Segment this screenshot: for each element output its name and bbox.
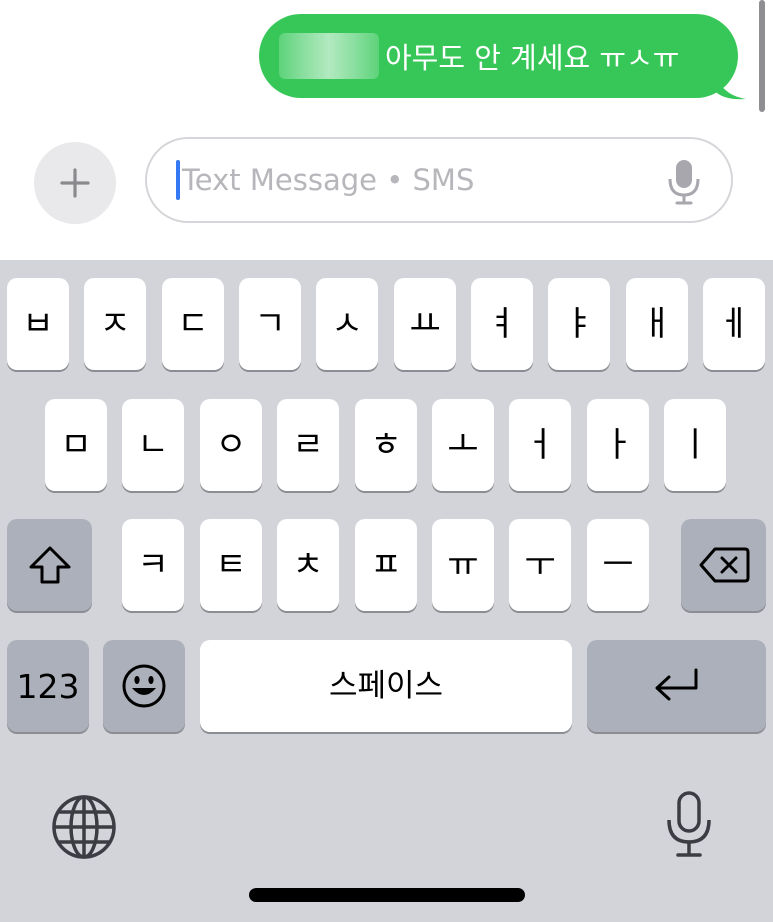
scrollbar[interactable] [759, 0, 765, 112]
keyboard: ㅂ ㅈ ㄷ ㄱ ㅅ ㅛ ㅕ ㅑ ㅐ ㅔ ㅁ ㄴ ㅇ ㄹ ㅎ ㅗ ㅓ ㅏ ㅣ ㅋ … [0, 260, 773, 922]
key-ng[interactable]: ㅇ [200, 399, 262, 491]
message-input-placeholder: Text Message • SMS [182, 163, 475, 197]
sent-message-bubble[interactable]: 아무도 안 계세요 ㅠㅅㅠ [259, 14, 738, 98]
key-a[interactable]: ㅏ [587, 399, 649, 491]
key-h[interactable]: ㅎ [355, 399, 417, 491]
key-j[interactable]: ㅈ [84, 278, 146, 370]
space-key[interactable]: 스페이스 [200, 640, 572, 732]
delete-icon [699, 547, 749, 583]
key-eu[interactable]: ㅡ [587, 519, 649, 611]
key-yeo[interactable]: ㅕ [471, 278, 533, 370]
microphone-icon[interactable] [664, 157, 704, 207]
message-input[interactable]: Text Message • SMS [145, 137, 733, 223]
bubble-tail [716, 72, 746, 100]
key-b[interactable]: ㅂ [7, 278, 69, 370]
message-area: 아무도 안 계세요 ㅠㅅㅠ Text Message • SMS [0, 0, 773, 260]
text-cursor [176, 160, 180, 200]
key-p[interactable]: ㅍ [355, 519, 417, 611]
key-r[interactable]: ㄹ [277, 399, 339, 491]
key-g[interactable]: ㄱ [239, 278, 301, 370]
return-key[interactable] [587, 640, 766, 732]
key-ch[interactable]: ㅊ [277, 519, 339, 611]
shift-key[interactable] [7, 519, 92, 611]
shift-icon [29, 546, 70, 584]
key-m[interactable]: ㅁ [45, 399, 107, 491]
key-t[interactable]: ㅌ [200, 519, 262, 611]
key-i[interactable]: ㅣ [664, 399, 726, 491]
key-ae[interactable]: ㅐ [626, 278, 688, 370]
dictation-button[interactable] [664, 790, 714, 860]
key-k[interactable]: ㅋ [122, 519, 184, 611]
key-n[interactable]: ㄴ [122, 399, 184, 491]
key-o[interactable]: ㅗ [432, 399, 494, 491]
home-indicator[interactable] [249, 888, 525, 902]
key-yu[interactable]: ㅠ [432, 519, 494, 611]
add-attachment-button[interactable] [34, 142, 116, 224]
key-s[interactable]: ㅅ [316, 278, 378, 370]
emoji-icon [122, 664, 166, 708]
return-icon [655, 668, 697, 701]
key-e[interactable]: ㅔ [703, 278, 765, 370]
plus-icon [60, 168, 90, 198]
globe-icon[interactable] [50, 793, 118, 861]
delete-key[interactable] [681, 519, 766, 611]
message-text: 아무도 안 계세요 ㅠㅅㅠ [385, 41, 680, 75]
key-u[interactable]: ㅜ [509, 519, 571, 611]
numbers-key[interactable]: 123 [7, 640, 89, 732]
redacted-name [279, 33, 379, 79]
emoji-key[interactable] [103, 640, 185, 732]
key-yo[interactable]: ㅛ [394, 278, 456, 370]
key-eo[interactable]: ㅓ [509, 399, 571, 491]
key-d[interactable]: ㄷ [162, 278, 224, 370]
key-ya[interactable]: ㅑ [548, 278, 610, 370]
